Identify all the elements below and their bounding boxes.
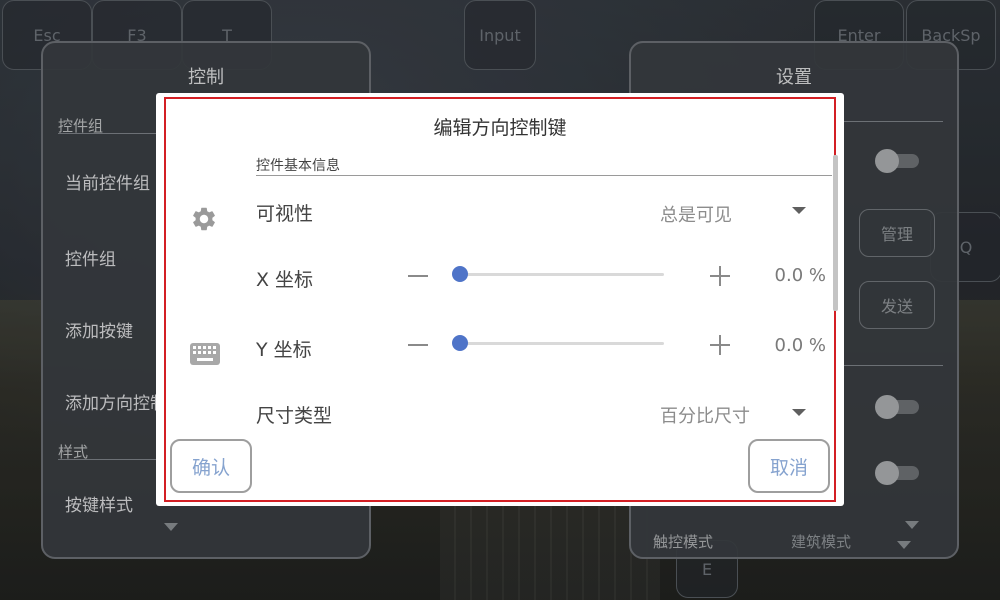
scrollbar[interactable] bbox=[833, 155, 838, 311]
y-coordinate-label: Y 坐标 bbox=[256, 339, 312, 361]
dialog-highlight-frame: 编辑方向控制键 控件基本信息 可视性 总是可见 X 坐标 0.0 % Y 坐标 … bbox=[164, 97, 838, 502]
chevron-down-icon[interactable] bbox=[792, 207, 806, 214]
y-slider-thumb[interactable] bbox=[452, 335, 468, 351]
x-coordinate-value: 0.0 % bbox=[774, 265, 826, 286]
y-coordinate-slider[interactable] bbox=[460, 342, 664, 345]
x-coordinate-label: X 坐标 bbox=[256, 269, 314, 291]
dialog-title: 编辑方向控制键 bbox=[433, 117, 567, 139]
keyboard-icon bbox=[190, 343, 220, 369]
size-type-label: 尺寸类型 bbox=[256, 405, 333, 427]
x-coordinate-slider[interactable] bbox=[460, 273, 664, 276]
section-basic-info: 控件基本信息 bbox=[256, 158, 340, 174]
visibility-label: 可视性 bbox=[256, 203, 314, 225]
gear-icon bbox=[190, 205, 218, 237]
y-decrement-button[interactable] bbox=[408, 344, 428, 346]
confirm-button[interactable]: 确认 bbox=[170, 439, 252, 493]
cancel-button[interactable]: 取消 bbox=[748, 439, 830, 493]
x-decrement-button[interactable] bbox=[408, 275, 428, 277]
visibility-dropdown[interactable]: 总是可见 bbox=[660, 201, 732, 227]
section-divider bbox=[256, 175, 832, 176]
plus-icon[interactable] bbox=[719, 335, 721, 355]
y-coordinate-value: 0.0 % bbox=[774, 335, 826, 356]
chevron-down-icon[interactable] bbox=[792, 409, 806, 416]
x-slider-thumb[interactable] bbox=[452, 266, 468, 282]
edit-direction-dialog: 编辑方向控制键 控件基本信息 可视性 总是可见 X 坐标 0.0 % Y 坐标 … bbox=[156, 93, 844, 506]
plus-icon[interactable] bbox=[719, 266, 721, 286]
size-type-dropdown[interactable]: 百分比尺寸 bbox=[660, 402, 750, 428]
